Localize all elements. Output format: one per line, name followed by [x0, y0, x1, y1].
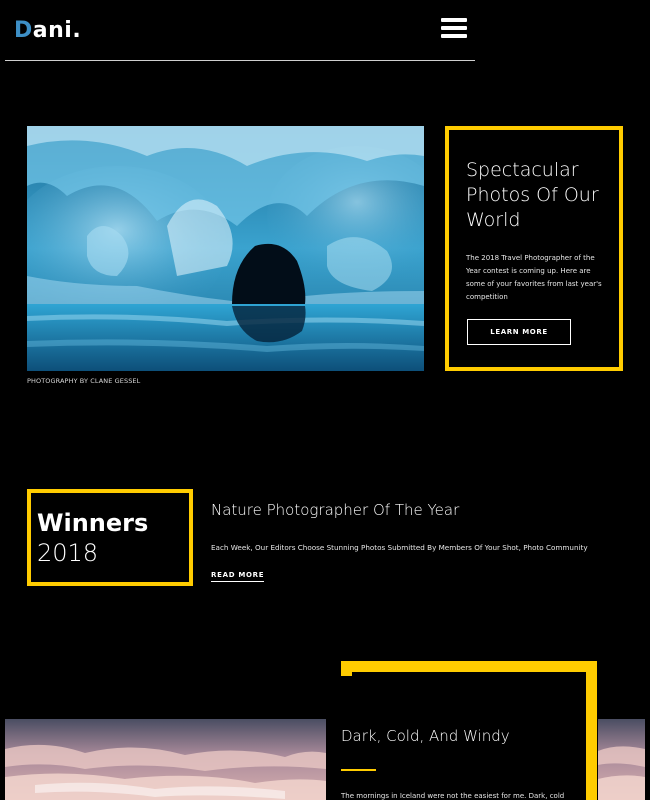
read-more-link[interactable]: READ MORE	[211, 571, 265, 582]
feature-title: Spectacular Photos Of Our World	[466, 159, 599, 231]
feature-description: The 2018 Travel Photographer of the Year…	[466, 254, 602, 301]
photo-credit: PHOTOGRAPHY BY CLANE GESSEL	[27, 377, 141, 385]
learn-more-button[interactable]: LEARN MORE	[467, 319, 571, 345]
award-title: Nature Photographer Of The Year	[211, 501, 460, 519]
menu-line	[441, 26, 467, 30]
site-logo[interactable]: Dani.	[14, 18, 81, 43]
winners-year: 2018	[37, 539, 99, 567]
feature-card: Spectacular Photos Of Our World The 2018…	[445, 126, 623, 371]
award-description: Each Week, Our Editors Choose Stunning P…	[211, 543, 588, 552]
hamburger-menu-icon[interactable]	[441, 18, 467, 42]
ice-cave-photo	[27, 126, 424, 371]
menu-line	[441, 18, 467, 22]
page: Dani. PHOTOGRAPHY BY CLANE GESSEL Specta…	[0, 0, 650, 800]
cloudy-sky-photo-edge	[598, 719, 645, 800]
cloudy-sky-photo	[5, 719, 326, 800]
menu-line	[441, 34, 467, 38]
story-title: Dark, Cold, And Windy	[341, 727, 510, 745]
header-divider	[5, 60, 475, 61]
logo-text: ani.	[32, 18, 82, 43]
logo-initial: D	[14, 18, 33, 43]
winners-label: Winners	[37, 509, 149, 537]
story-description: The mornings in Iceland were not the eas…	[341, 792, 565, 800]
story-accent-line	[341, 769, 376, 771]
winners-badge: Winners 2018	[27, 489, 193, 586]
